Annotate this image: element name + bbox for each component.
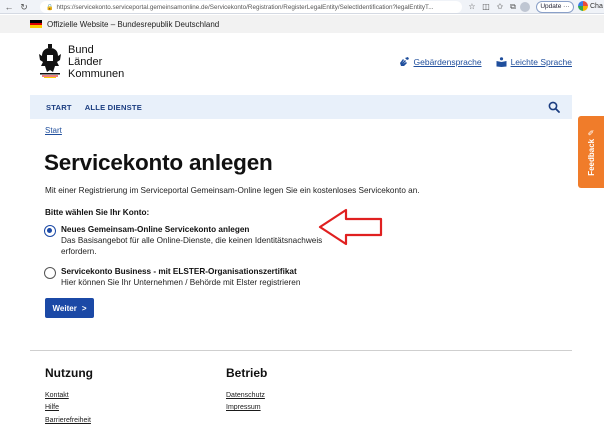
option-business-text: Servicekonto Business - mit ELSTER-Organ…	[61, 266, 300, 288]
footer-divider	[30, 350, 572, 351]
intro-text: Mit einer Registrierung im Serviceportal…	[45, 186, 420, 195]
official-website-bar: Offizielle Website – Bundesrepublik Deut…	[0, 15, 604, 33]
german-flag-icon	[30, 20, 42, 29]
sign-language-link[interactable]: Gebärdensprache	[399, 57, 482, 67]
footer-link-hilfe[interactable]: Hilfe	[45, 402, 93, 414]
browser-toolbar: ← ↻ 🔒 https://servicekonto.serviceportal…	[0, 0, 604, 14]
official-website-text: Offizielle Website – Bundesrepublik Deut…	[47, 19, 220, 29]
profile-avatar[interactable]	[520, 2, 530, 12]
site-logo[interactable]: Bund Länder Kommunen	[38, 44, 124, 80]
option-new-servicekonto-text: Neues Gemeinsam-Online Servicekonto anle…	[61, 224, 322, 258]
refresh-icon[interactable]: ↻	[18, 1, 30, 13]
footer-column-nutzung: Nutzung Kontakt Hilfe Barrierefreiheit	[45, 366, 93, 427]
back-arrow-icon[interactable]: ←	[3, 1, 15, 13]
footer-heading-betrieb: Betrieb	[226, 366, 268, 380]
chat-label: Cha	[590, 2, 603, 10]
update-label: Update	[540, 3, 562, 10]
update-button[interactable]: Update ···	[536, 1, 574, 13]
footer-link-barrierefreiheit[interactable]: Barrierefreiheit	[45, 415, 93, 427]
footer-link-impressum[interactable]: Impressum	[226, 402, 267, 414]
account-choice-label: Bitte wählen Sie Ihr Konto:	[45, 208, 150, 217]
easy-language-icon	[496, 57, 507, 67]
easy-language-label: Leichte Sprache	[510, 57, 572, 67]
easy-language-link[interactable]: Leichte Sprache	[496, 57, 572, 67]
footer-heading-nutzung: Nutzung	[45, 366, 93, 380]
radio-servicekonto-business[interactable]	[44, 267, 56, 279]
footer-link-datenschutz[interactable]: Datenschutz	[226, 390, 267, 402]
split-screen-icon[interactable]: ◫	[480, 1, 492, 13]
option-servicekonto-business[interactable]: Servicekonto Business - mit ELSTER-Organ…	[44, 266, 300, 288]
option-new-servicekonto-title: Neues Gemeinsam-Online Servicekonto anle…	[61, 225, 250, 234]
search-icon[interactable]	[548, 101, 560, 113]
option-new-servicekonto-desc-2: erfordern.	[61, 247, 97, 257]
logo-line-laender: Länder	[68, 56, 103, 68]
red-annotation-arrow-icon	[318, 208, 383, 246]
weiter-button[interactable]: Weiter >	[45, 298, 94, 318]
nav-item-start[interactable]: START	[46, 103, 72, 112]
collections-icon[interactable]: ⧉	[507, 1, 519, 13]
option-business-desc: Hier können Sie Ihr Unternehmen / Behörd…	[61, 278, 301, 288]
breadcrumb-start[interactable]: Start	[45, 126, 62, 135]
url-text: https://servicekonto.serviceportal.gemei…	[56, 3, 434, 11]
address-bar[interactable]: 🔒 https://servicekonto.serviceportal.gem…	[40, 1, 462, 13]
main-navigation: START ALLE DIENSTE	[30, 95, 572, 119]
footer-column-betrieb: Betrieb Datenschutz Impressum	[226, 366, 267, 415]
header-links: Gebärdensprache Leichte Sprache	[399, 57, 572, 67]
feedback-tab[interactable]: Feedback ✎	[578, 116, 604, 188]
lock-icon: 🔒	[46, 4, 54, 11]
nav-item-alle-dienste[interactable]: ALLE DIENSTE	[85, 103, 142, 112]
chevron-right-icon: >	[81, 303, 87, 313]
sign-language-icon	[399, 57, 409, 66]
logo-wordmark: Bund Länder Kommunen	[68, 44, 124, 80]
option-business-title: Servicekonto Business - mit ELSTER-Organ…	[61, 267, 297, 276]
pencil-icon: ✎	[586, 128, 596, 136]
sign-language-label: Gebärdensprache	[413, 57, 482, 67]
favorites-icon[interactable]: ✩	[494, 1, 506, 13]
logo-line-kommunen: Kommunen	[68, 68, 125, 80]
chat-tab[interactable]: Cha	[578, 1, 603, 11]
page-title: Servicekonto anlegen	[44, 150, 273, 175]
update-more: ···	[563, 3, 570, 10]
weiter-label: Weiter	[52, 303, 77, 313]
feedback-label: Feedback	[586, 138, 596, 176]
footer-link-kontakt[interactable]: Kontakt	[45, 390, 93, 402]
chat-logo-icon	[578, 1, 588, 11]
favorite-star-icon[interactable]: ☆	[466, 1, 478, 13]
option-new-servicekonto[interactable]: Neues Gemeinsam-Online Servicekonto anle…	[44, 224, 322, 258]
federal-eagle-icon	[39, 44, 61, 78]
logo-line-bund: Bund	[68, 44, 94, 56]
radio-new-servicekonto[interactable]	[44, 225, 56, 237]
option-new-servicekonto-desc-1: Das Basisangebot für alle Online-Dienste…	[61, 236, 323, 246]
